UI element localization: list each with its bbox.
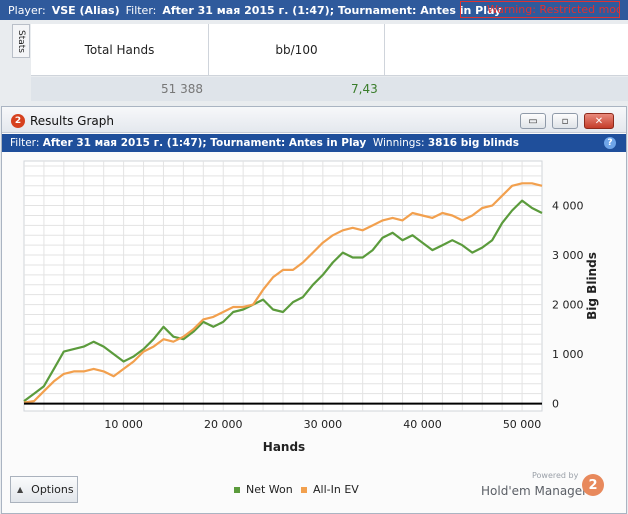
x-tick-label: 20 000 bbox=[204, 418, 243, 431]
x-axis-label: Hands bbox=[263, 440, 305, 454]
hm2-app-icon: 2 bbox=[11, 114, 25, 128]
total-hands-value: 51 388 bbox=[161, 82, 203, 96]
y-tick-label: 2 000 bbox=[552, 299, 584, 312]
window-title: Results Graph bbox=[30, 114, 114, 128]
column-header-empty bbox=[385, 24, 628, 76]
legend-label-all-in-ev: All-In EV bbox=[313, 483, 359, 496]
y-axis-label: Big Blinds bbox=[585, 252, 599, 320]
filter-label: Filter: bbox=[125, 3, 157, 17]
y-tick-label: 3 000 bbox=[552, 249, 584, 262]
chevron-up-icon: ▲ bbox=[17, 485, 24, 494]
x-tick-label: 50 000 bbox=[503, 418, 542, 431]
x-tick-label: 40 000 bbox=[403, 418, 442, 431]
stats-table-header: Total Hands bb/100 bbox=[31, 24, 628, 76]
graph-filter-label: Filter: bbox=[10, 137, 40, 149]
legend-item-all-in-ev[interactable]: All-In EV bbox=[301, 483, 359, 496]
legend-swatch-all-in-ev bbox=[301, 486, 307, 493]
graph-filter-bar: Filter: After 31 мая 2015 г. (1:47); Tou… bbox=[2, 134, 626, 152]
x-tick-label: 30 000 bbox=[304, 418, 343, 431]
stats-tab[interactable]: Stats bbox=[12, 24, 30, 58]
stats-row[interactable]: 51 388 7,43 bbox=[31, 77, 628, 101]
player-value: VSE (Alias) bbox=[51, 3, 120, 17]
brand-name: Hold'em Manager bbox=[481, 484, 588, 498]
y-tick-label: 1 000 bbox=[552, 348, 584, 361]
restricted-mode-warning[interactable]: Warning: Restricted mode bbox=[460, 1, 620, 18]
results-chart: 10 000 20 000 30 000 40 000 50 000 0 1 000 2 00… bbox=[23, 160, 599, 454]
y-tick-label: 0 bbox=[552, 398, 559, 411]
bb100-value: 7,43 bbox=[351, 82, 378, 96]
brand-logo: 2 bbox=[582, 474, 604, 496]
window-title-bar[interactable]: 2 Results Graph ▭ ▫ ✕ bbox=[2, 107, 626, 133]
options-button[interactable]: ▲ Options bbox=[10, 476, 78, 503]
help-icon[interactable]: ? bbox=[604, 137, 616, 149]
winnings-value: 3816 big blinds bbox=[427, 137, 519, 149]
options-label: Options bbox=[31, 483, 74, 496]
minimize-button[interactable]: ▭ bbox=[520, 113, 546, 129]
legend-item-net-won[interactable]: Net Won bbox=[234, 483, 293, 496]
winnings-label: Winnings: bbox=[372, 137, 425, 149]
player-label: Player: bbox=[8, 3, 46, 17]
filter-value: After 31 мая 2015 г. (1:47); Tournament:… bbox=[162, 3, 502, 17]
results-graph-window: 2 Results Graph ▭ ▫ ✕ Filter: After 31 м… bbox=[1, 106, 627, 514]
close-button[interactable]: ✕ bbox=[584, 113, 614, 129]
graph-filter-value: After 31 мая 2015 г. (1:47); Tournament:… bbox=[42, 137, 367, 149]
powered-by-text: Powered by bbox=[532, 471, 579, 480]
x-tick-label: 10 000 bbox=[104, 418, 143, 431]
y-tick-label: 4 000 bbox=[552, 200, 584, 213]
legend-swatch-net-won bbox=[234, 486, 240, 493]
column-header-total-hands[interactable]: Total Hands bbox=[31, 24, 209, 76]
restore-button[interactable]: ▫ bbox=[552, 113, 578, 129]
column-header-bb100[interactable]: bb/100 bbox=[209, 24, 385, 76]
legend-label-net-won: Net Won bbox=[246, 483, 293, 496]
